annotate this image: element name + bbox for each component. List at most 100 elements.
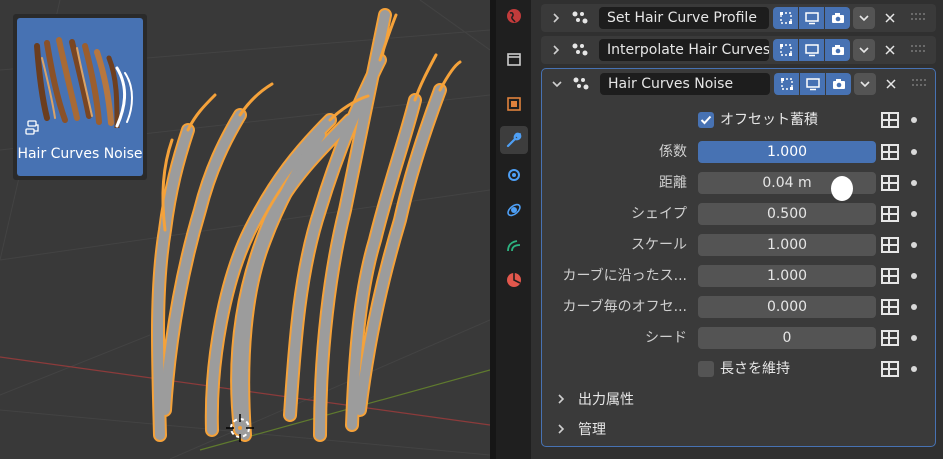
close-icon (886, 79, 896, 89)
modifier-name-field[interactable]: Set Hair Curve Profile (599, 7, 769, 29)
remove-modifier-button[interactable] (879, 39, 901, 61)
geometry-nodes-icon (570, 73, 592, 95)
tab-object[interactable] (500, 90, 528, 118)
chevron-right-icon (554, 394, 568, 404)
node-socket-toggle[interactable] (879, 359, 901, 379)
drag-handle[interactable] (911, 45, 927, 55)
drag-handle[interactable] (912, 79, 928, 89)
subpanel-output-attributes-label: 出力属性 (578, 392, 634, 408)
chevron-right-icon[interactable] (547, 9, 565, 27)
attribute-toggle-icon (881, 299, 899, 315)
keyframe-dot[interactable] (911, 273, 917, 279)
modifier-menu-button[interactable] (854, 73, 876, 95)
row-shape: シェイプ 0.500 (542, 203, 935, 225)
modifier-name-field[interactable]: Hair Curves Noise (600, 73, 770, 95)
tab-particles[interactable] (500, 161, 528, 189)
offset-per-curve-label: カーブ毎のオフセ... (562, 299, 687, 315)
node-socket-toggle[interactable] (879, 173, 901, 193)
close-icon (885, 13, 895, 23)
node-socket-toggle[interactable] (879, 266, 901, 286)
chevron-down-icon (860, 81, 870, 88)
edit-mode-toggle[interactable] (773, 7, 798, 29)
edit-mode-toggle[interactable] (773, 39, 798, 61)
edit-mode-icon (780, 78, 793, 90)
remove-modifier-button[interactable] (880, 73, 902, 95)
tab-world[interactable] (500, 2, 528, 30)
render-toggle[interactable] (826, 73, 851, 95)
factor-field[interactable]: 1.000 (698, 141, 876, 163)
tab-modifiers[interactable] (500, 126, 528, 154)
monitor-icon (804, 12, 819, 25)
attribute-toggle-icon (881, 330, 899, 346)
keyframe-dot[interactable] (911, 304, 917, 310)
modifier-header[interactable]: Interpolate Hair Curves (541, 36, 936, 64)
node-group-icon (25, 120, 39, 135)
modifier-menu-button[interactable] (853, 7, 875, 29)
edit-mode-icon (779, 12, 792, 24)
scale-along-curve-field[interactable]: 1.000 (698, 265, 876, 287)
chevron-right-icon (554, 424, 568, 434)
subpanel-manage[interactable]: 管理 (554, 418, 606, 440)
offset-accumulate-checkbox[interactable] (698, 112, 714, 128)
monitor-icon (805, 78, 820, 91)
subpanel-output-attributes[interactable]: 出力属性 (554, 388, 634, 410)
seed-field[interactable]: 0 (698, 327, 876, 349)
node-socket-toggle[interactable] (879, 204, 901, 224)
collection-icon (507, 53, 521, 66)
preserve-length-checkbox[interactable] (698, 361, 714, 377)
camera-icon (831, 45, 844, 55)
particles-icon (508, 169, 520, 181)
node-socket-toggle[interactable] (879, 297, 901, 317)
attribute-toggle-icon (881, 144, 899, 160)
attribute-toggle-icon (881, 112, 899, 128)
tab-physics[interactable] (500, 196, 528, 224)
modifier-header[interactable]: Set Hair Curve Profile (541, 4, 936, 32)
hair-preview-image (34, 37, 133, 131)
offset-accumulate-label: オフセット蓄積 (720, 112, 818, 128)
edit-mode-toggle[interactable] (774, 73, 799, 95)
asset-thumbnail-label: Hair Curves Noise (17, 146, 143, 162)
tab-collection[interactable] (500, 45, 528, 73)
keyframe-dot[interactable] (911, 117, 917, 123)
chevron-right-icon[interactable] (547, 41, 565, 59)
object-icon (507, 97, 521, 111)
keyframe-dot[interactable] (911, 242, 917, 248)
monitor-icon (804, 44, 819, 57)
chevron-down-icon (859, 15, 869, 22)
asset-thumbnail[interactable]: Hair Curves Noise (13, 14, 147, 180)
offset-per-curve-field[interactable]: 0.000 (698, 296, 876, 318)
keyframe-dot[interactable] (911, 335, 917, 341)
shape-field[interactable]: 0.500 (698, 203, 876, 225)
close-icon (885, 45, 895, 55)
node-socket-toggle[interactable] (879, 142, 901, 162)
row-distance: 距離 0.04 m (542, 172, 935, 194)
modifier-menu-button[interactable] (853, 39, 875, 61)
chevron-down-icon[interactable] (548, 75, 566, 93)
modifier-header[interactable]: Hair Curves Noise (542, 70, 935, 98)
render-toggle[interactable] (825, 39, 850, 61)
keyframe-dot[interactable] (911, 149, 917, 155)
keyframe-dot[interactable] (911, 211, 917, 217)
keyframe-dot[interactable] (911, 180, 917, 186)
row-factor: 係数 1.000 (542, 141, 935, 163)
scale-field[interactable]: 1.000 (698, 234, 876, 256)
geometry-nodes-icon (569, 7, 591, 29)
tab-constraints[interactable] (500, 231, 528, 259)
properties-panel: Set Hair Curve Profile Interpolate Hair … (531, 0, 943, 459)
viewport-display-toggle[interactable] (799, 7, 824, 29)
scale-along-curve-label: カーブに沿ったス... (562, 268, 687, 284)
keyframe-dot[interactable] (911, 366, 917, 372)
render-toggle[interactable] (825, 7, 850, 29)
geometry-nodes-icon (569, 39, 591, 61)
tab-data[interactable] (500, 266, 528, 294)
node-socket-toggle[interactable] (879, 110, 901, 130)
viewport-display-toggle[interactable] (800, 73, 825, 95)
modifier-name-field[interactable]: Interpolate Hair Curves (599, 39, 769, 61)
remove-modifier-button[interactable] (879, 7, 901, 29)
drag-handle[interactable] (911, 13, 927, 23)
node-socket-toggle[interactable] (879, 328, 901, 348)
node-socket-toggle[interactable] (879, 235, 901, 255)
3d-viewport[interactable]: Hair Curves Noise (0, 0, 490, 459)
distance-label: 距離 (659, 175, 687, 191)
viewport-display-toggle[interactable] (799, 39, 824, 61)
